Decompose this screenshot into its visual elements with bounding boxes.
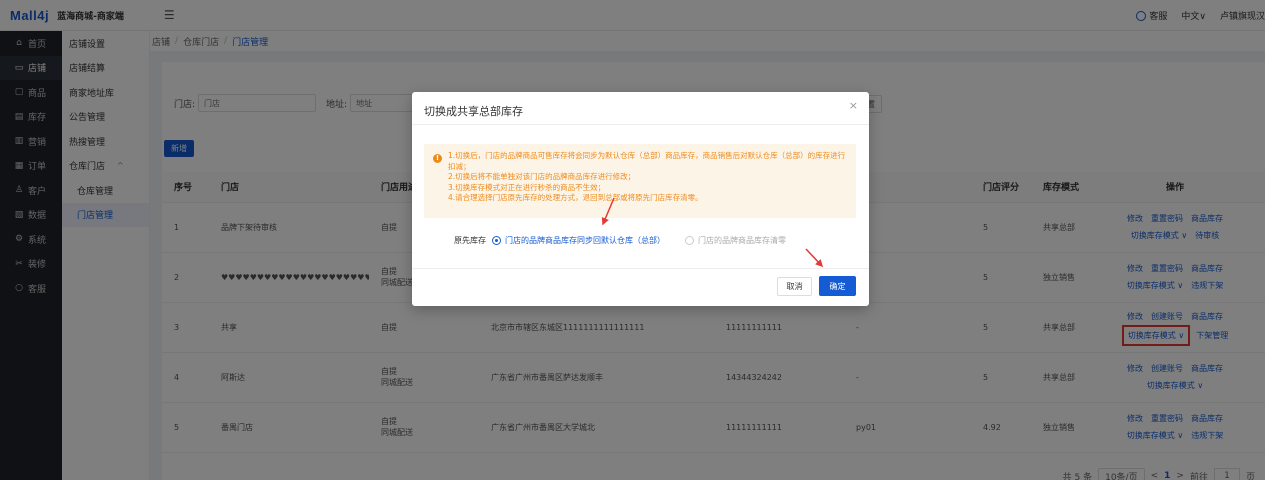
radio-clear-stock[interactable]: 门店的品牌商品库存清零 [685,235,786,246]
warning-icon: ! [433,154,442,163]
warning-alert: ! 1.切换后，门店的品牌商品可售库存将会同步为默认仓库（总部）商品库存，商品销… [424,144,856,218]
close-icon[interactable]: × [849,99,858,112]
warning-note: 1.切换后，门店的品牌商品可售库存将会同步为默认仓库（总部）商品库存，商品销售后… [448,151,846,171]
warning-note: 3.切换库存模式对正在进行秒杀的商品不生效； [448,182,606,192]
warning-note: 4.请合理选择门店原先库存的处理方式，退回到总部或将原先门店库存清零。 [448,193,703,202]
radio-sync-to-default-warehouse[interactable]: 门店的品牌商品库存同步回默认仓库（总部） [492,235,665,246]
switch-stock-mode-dialog: 切换成共享总部库存 × ! 1.切换后，门店的品牌商品可售库存将会同步为默认仓库… [412,92,869,306]
radio-unchecked-icon [685,236,694,245]
radio-checked-icon [492,236,501,245]
radio-label: 门店的品牌商品库存清零 [698,236,786,245]
confirm-button[interactable]: 确定 [819,276,856,296]
radio-label: 门店的品牌商品库存同步回默认仓库（总部） [505,236,665,245]
radio-group-label: 原先库存 [454,236,486,245]
app-root: Mall4j 蓝海商城-商家端 ☰ 客服 中文∨ 卢镇旗现汉 ⌂首页 ▭店铺 ▢… [0,0,1265,480]
divider [412,124,869,125]
cancel-button[interactable]: 取消 [777,277,812,296]
dialog-title: 切换成共享总部库存 [424,105,523,118]
divider [412,268,869,269]
original-stock-radio-group: 原先库存 门店的品牌商品库存同步回默认仓库（总部） 门店的品牌商品库存清零 [454,235,786,246]
warning-note: 2.切换后将不能单独对该门店的品牌商品库存进行修改； [448,172,636,181]
